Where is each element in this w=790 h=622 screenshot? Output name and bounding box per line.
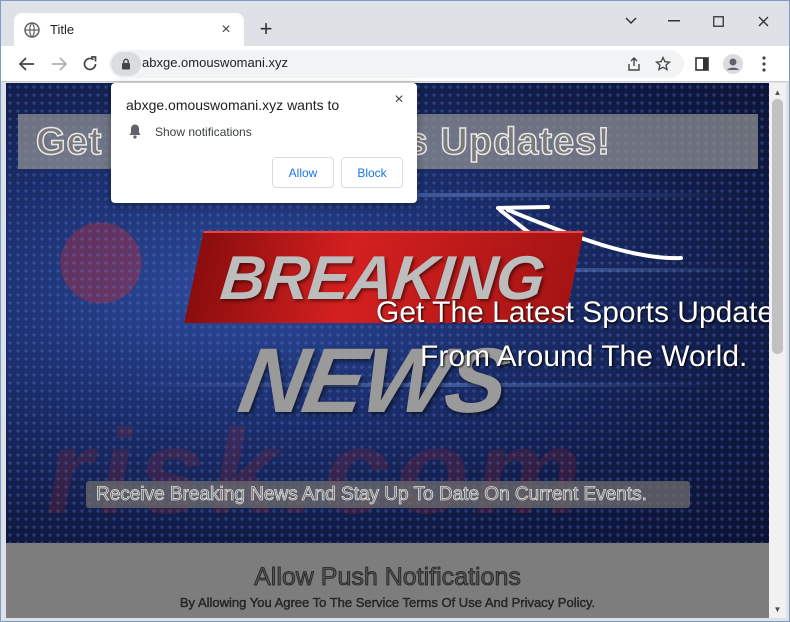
block-button[interactable]: Block <box>341 157 403 188</box>
menu-kebab-icon[interactable] <box>753 53 775 75</box>
scroll-thumb[interactable] <box>772 99 783 354</box>
browser-window: Title × + abxge.omouswomani.xyz risk.com… <box>0 0 790 622</box>
vertical-scrollbar[interactable]: ▲ ▼ <box>769 83 786 618</box>
maximize-icon[interactable] <box>708 11 728 31</box>
side-panel-icon[interactable] <box>691 53 713 75</box>
sports-line-2: From Around The World. <box>420 340 748 373</box>
subheading: Receive Breaking News And Stay Up To Dat… <box>96 484 648 506</box>
lock-icon[interactable] <box>111 52 141 76</box>
browser-toolbar: abxge.omouswomani.xyz <box>1 46 789 82</box>
tab-title: Title <box>50 22 75 37</box>
browser-tab[interactable]: Title × <box>14 13 244 46</box>
globe-icon <box>24 21 40 38</box>
allow-button[interactable]: Allow <box>272 157 334 188</box>
bell-icon <box>128 123 142 139</box>
address-bar[interactable]: abxge.omouswomani.xyz <box>109 50 684 78</box>
scroll-down-arrow-icon[interactable]: ▼ <box>769 602 786 616</box>
back-arrow-icon[interactable] <box>16 53 38 75</box>
minimize-icon[interactable] <box>664 11 684 31</box>
star-bookmark-icon[interactable] <box>653 54 673 74</box>
scroll-up-arrow-icon[interactable]: ▲ <box>769 85 786 99</box>
new-tab-plus-icon[interactable]: + <box>255 18 277 40</box>
bottom-title: Allow Push Notifications <box>254 563 522 592</box>
chevron-down-icon[interactable] <box>621 11 641 31</box>
bottom-banner: Allow Push Notifications By Allowing You… <box>6 543 769 618</box>
close-popup-icon[interactable]: × <box>391 92 407 108</box>
share-icon[interactable] <box>624 54 644 74</box>
popup-title: abxge.omouswomani.xyz wants to <box>126 97 340 113</box>
close-window-icon[interactable] <box>753 11 773 31</box>
tab-strip: Title × + <box>1 1 789 46</box>
permission-label: Show notifications <box>155 125 252 139</box>
url-text[interactable]: abxge.omouswomani.xyz <box>142 55 288 70</box>
notification-permission-popup: abxge.omouswomani.xyz wants to × Show no… <box>111 83 417 203</box>
bottom-subtitle: By Allowing You Agree To The Service Ter… <box>179 595 596 610</box>
sports-line-1: Get The Latest Sports Updates <box>376 296 769 329</box>
forward-arrow-icon[interactable] <box>48 53 70 75</box>
profile-avatar-icon[interactable] <box>722 53 744 75</box>
close-tab-icon[interactable]: × <box>218 21 234 38</box>
reload-icon[interactable] <box>79 53 101 75</box>
